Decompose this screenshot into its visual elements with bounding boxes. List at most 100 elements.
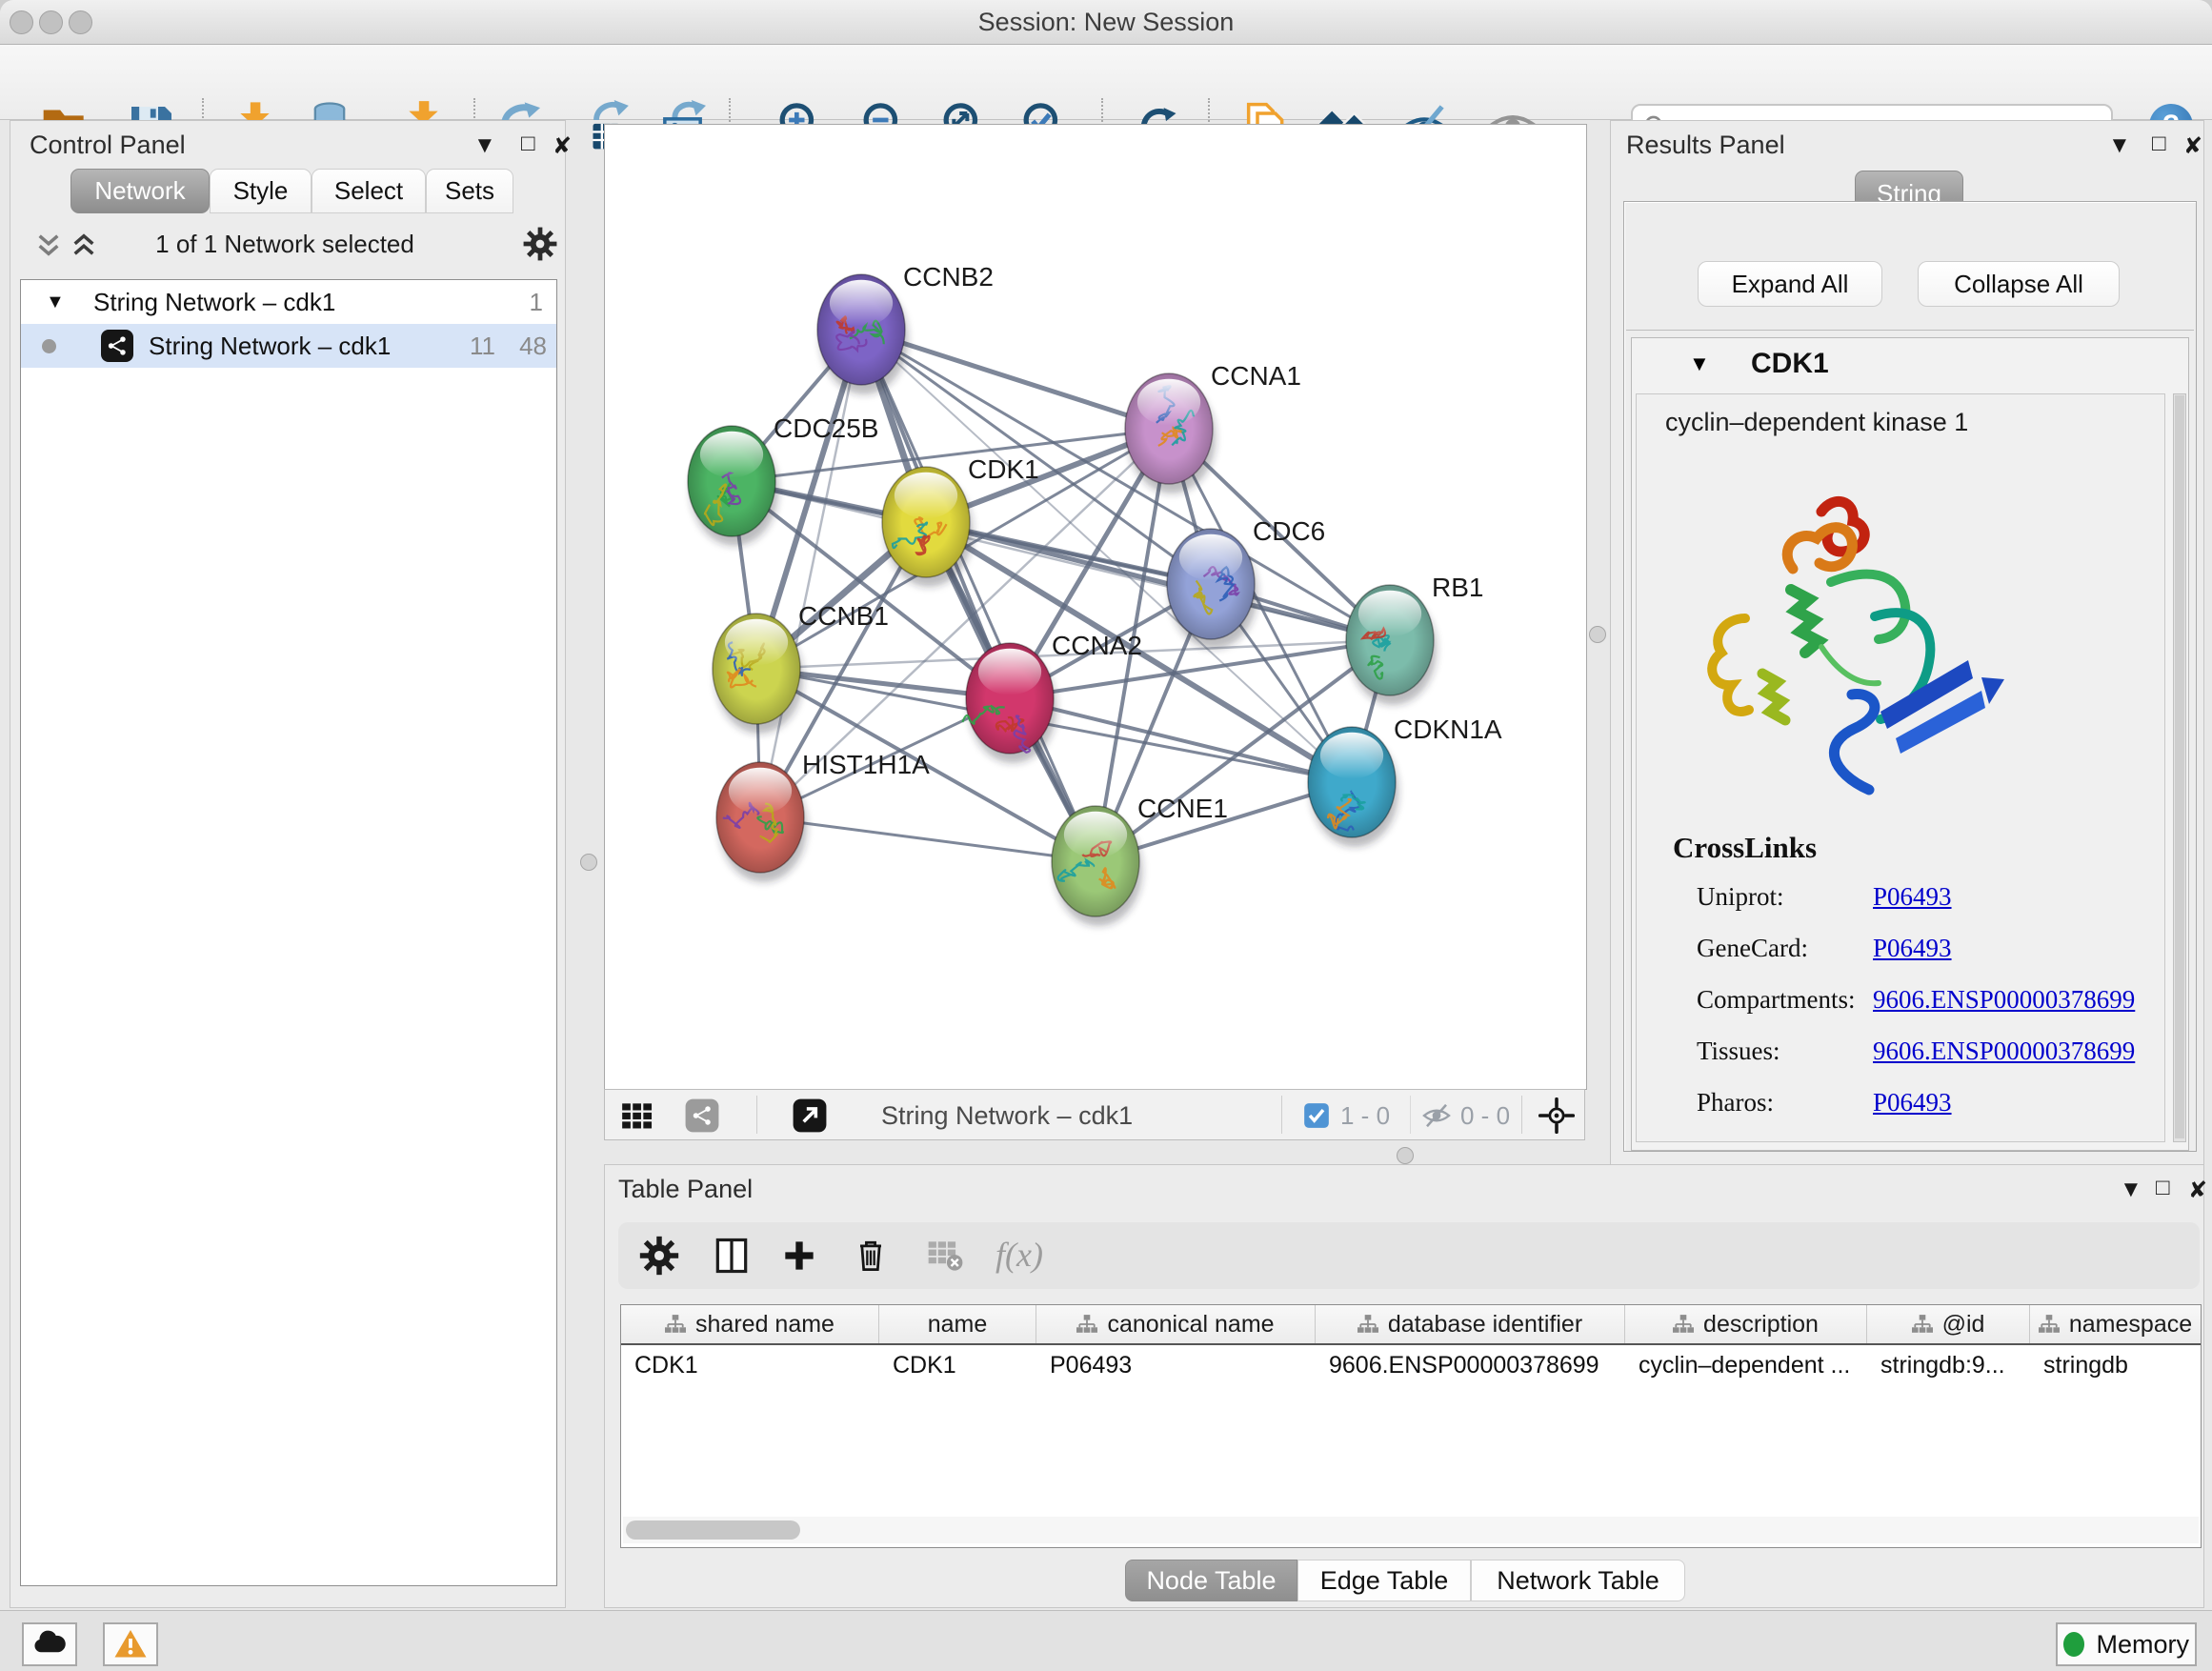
left-splitter-handle[interactable] (580, 854, 597, 871)
tab-sets[interactable]: Sets (426, 169, 513, 213)
float-panel-icon[interactable]: □ (2152, 131, 2166, 157)
network-type-badge (101, 330, 133, 362)
column-header-description[interactable]: description (1625, 1305, 1867, 1343)
collapse-panel-icon[interactable]: ▼ (2120, 1177, 2142, 1203)
svg-text:CDC25B: CDC25B (774, 413, 878, 443)
column-header-shared-name[interactable]: shared name (621, 1305, 879, 1343)
results-scrollbar[interactable] (2173, 393, 2186, 1142)
clear-table-button[interactable] (925, 1235, 967, 1277)
selected-counts: 1 - 0 (1340, 1090, 1390, 1141)
delete-column-button[interactable] (850, 1235, 892, 1277)
control-panel: Control Panel ▼ □ ✘ Network Style Select… (10, 120, 566, 1608)
application-window: Session: New Session ? Control Panel (0, 0, 2212, 1671)
edge-count: 48 (519, 332, 547, 361)
right-splitter-handle[interactable] (1589, 626, 1606, 643)
tree-icon (1076, 1314, 1097, 1335)
memory-label: Memory (2096, 1630, 2189, 1660)
columns-icon (711, 1235, 753, 1277)
horizontal-splitter-handle[interactable] (1397, 1147, 1414, 1164)
grid-view-button[interactable] (619, 1097, 655, 1134)
table-row[interactable]: CDK1 CDK1 P06493 9606.ENSP00000378699 cy… (621, 1345, 2201, 1385)
string-network-graph[interactable]: CCNB2CCNA1CDC25BCDK1CDC6RB1CCNB1CCNA2CDK… (605, 125, 1584, 1087)
tab-select[interactable]: Select (312, 169, 426, 213)
delete-table-icon (925, 1235, 967, 1277)
add-column-button[interactable] (778, 1235, 820, 1277)
main-toolbar: ? (0, 45, 2212, 120)
warning-status-button[interactable] (103, 1622, 158, 1666)
svg-text:CDKN1A: CDKN1A (1394, 715, 1502, 744)
selected-checkbox-icon[interactable] (1303, 1102, 1330, 1129)
gene-symbol: CDK1 (1751, 348, 1829, 380)
float-panel-icon[interactable]: □ (2156, 1175, 2170, 1201)
close-panel-icon[interactable]: ✘ (2188, 1177, 2207, 1204)
network-list-toolbar: 1 of 1 Network selected (18, 214, 555, 277)
section-collapse-icon[interactable]: ▼ (1689, 352, 1710, 376)
svg-text:CCNB2: CCNB2 (903, 262, 994, 292)
scrollbar-thumb[interactable] (626, 1520, 800, 1540)
network-options-gear-icon[interactable] (522, 226, 558, 262)
crosslink-value-link[interactable]: P06493 (1873, 1088, 1952, 1117)
current-network-title: String Network – cdk1 (881, 1090, 1133, 1141)
crosslink-value-link[interactable]: P06493 (1873, 882, 1952, 912)
function-builder-button[interactable]: f(x) (995, 1235, 1043, 1275)
memory-status-button[interactable]: Memory (2056, 1622, 2197, 1666)
crosslink-label: GeneCard: (1697, 934, 1808, 963)
node-count: 11 (470, 332, 495, 361)
float-panel-icon[interactable]: □ (521, 131, 535, 157)
warning-icon (113, 1627, 148, 1661)
expand-all-networks-icon[interactable] (35, 232, 62, 258)
network-canvas[interactable]: CCNB2CCNA1CDC25BCDK1CDC6RB1CCNB1CCNA2CDK… (604, 124, 1587, 1090)
network-collection-row[interactable]: ▼ String Network – cdk1 1 (21, 280, 556, 324)
collapse-all-networks-icon[interactable] (70, 232, 97, 258)
expand-all-button[interactable]: Expand All (1698, 261, 1882, 307)
column-header-id[interactable]: @id (1867, 1305, 2030, 1343)
birdseye-view-button[interactable] (1538, 1097, 1575, 1134)
memory-ok-dot-icon (2063, 1632, 2084, 1657)
network-row-selected[interactable]: String Network – cdk1 11 48 (21, 324, 556, 368)
divider (1626, 330, 2194, 331)
share-icon (107, 335, 128, 356)
table-options-button[interactable] (638, 1235, 680, 1277)
table-toolbar: f(x) (618, 1222, 2200, 1289)
svg-text:CDK1: CDK1 (968, 454, 1039, 484)
control-panel-title: Control Panel (30, 131, 186, 160)
plus-icon (778, 1235, 820, 1277)
tab-node-table[interactable]: Node Table (1125, 1560, 1297, 1601)
detach-view-button[interactable] (792, 1097, 828, 1134)
gene-section-header[interactable]: ▼ CDK1 (1632, 338, 2188, 392)
collapse-all-button[interactable]: Collapse All (1918, 261, 2120, 307)
tab-network-table[interactable]: Network Table (1471, 1560, 1685, 1601)
column-header-database-identifier[interactable]: database identifier (1316, 1305, 1625, 1343)
collapse-panel-icon[interactable]: ▼ (473, 132, 496, 159)
column-header-namespace[interactable]: namespace (2030, 1305, 2201, 1343)
column-header-name[interactable]: name (879, 1305, 1036, 1343)
cloud-status-button[interactable] (22, 1622, 77, 1666)
gene-section: ▼ CDK1 cyclin–dependent kinase 1 (1631, 337, 2189, 1151)
tree-expand-icon[interactable]: ▼ (46, 292, 65, 313)
tab-network[interactable]: Network (70, 169, 210, 213)
crosslink-value-link[interactable]: 9606.ENSP00000378699 (1873, 985, 2135, 1015)
crosslink-value-link[interactable]: 9606.ENSP00000378699 (1873, 1037, 2135, 1066)
svg-text:CCNA2: CCNA2 (1052, 631, 1142, 660)
svg-text:CDC6: CDC6 (1253, 516, 1325, 546)
svg-text:RB1: RB1 (1432, 573, 1483, 602)
crosslink-value-link[interactable]: P06493 (1873, 934, 1952, 963)
tree-icon (665, 1314, 686, 1335)
collapse-panel-icon[interactable]: ▼ (2108, 132, 2131, 159)
gear-icon (638, 1235, 680, 1277)
network-badge-button[interactable] (684, 1097, 720, 1134)
network-selection-status: 1 of 1 Network selected (123, 230, 447, 259)
column-header-canonical-name[interactable]: canonical name (1036, 1305, 1316, 1343)
table-horizontal-scrollbar[interactable] (623, 1517, 2199, 1543)
toolbar-divider (1410, 1096, 1411, 1134)
title-bar: Session: New Session (0, 0, 2212, 45)
crosshair-icon (1538, 1097, 1575, 1134)
show-columns-button[interactable] (711, 1235, 753, 1277)
close-panel-icon[interactable]: ✘ (2183, 132, 2202, 160)
crosslink-label: Compartments: (1697, 985, 1855, 1015)
tab-edge-table[interactable]: Edge Table (1297, 1560, 1471, 1601)
close-panel-icon[interactable]: ✘ (553, 132, 572, 160)
crosslink-label: Tissues: (1697, 1037, 1780, 1066)
tab-style[interactable]: Style (210, 169, 312, 213)
toolbar-divider (1281, 1096, 1282, 1134)
